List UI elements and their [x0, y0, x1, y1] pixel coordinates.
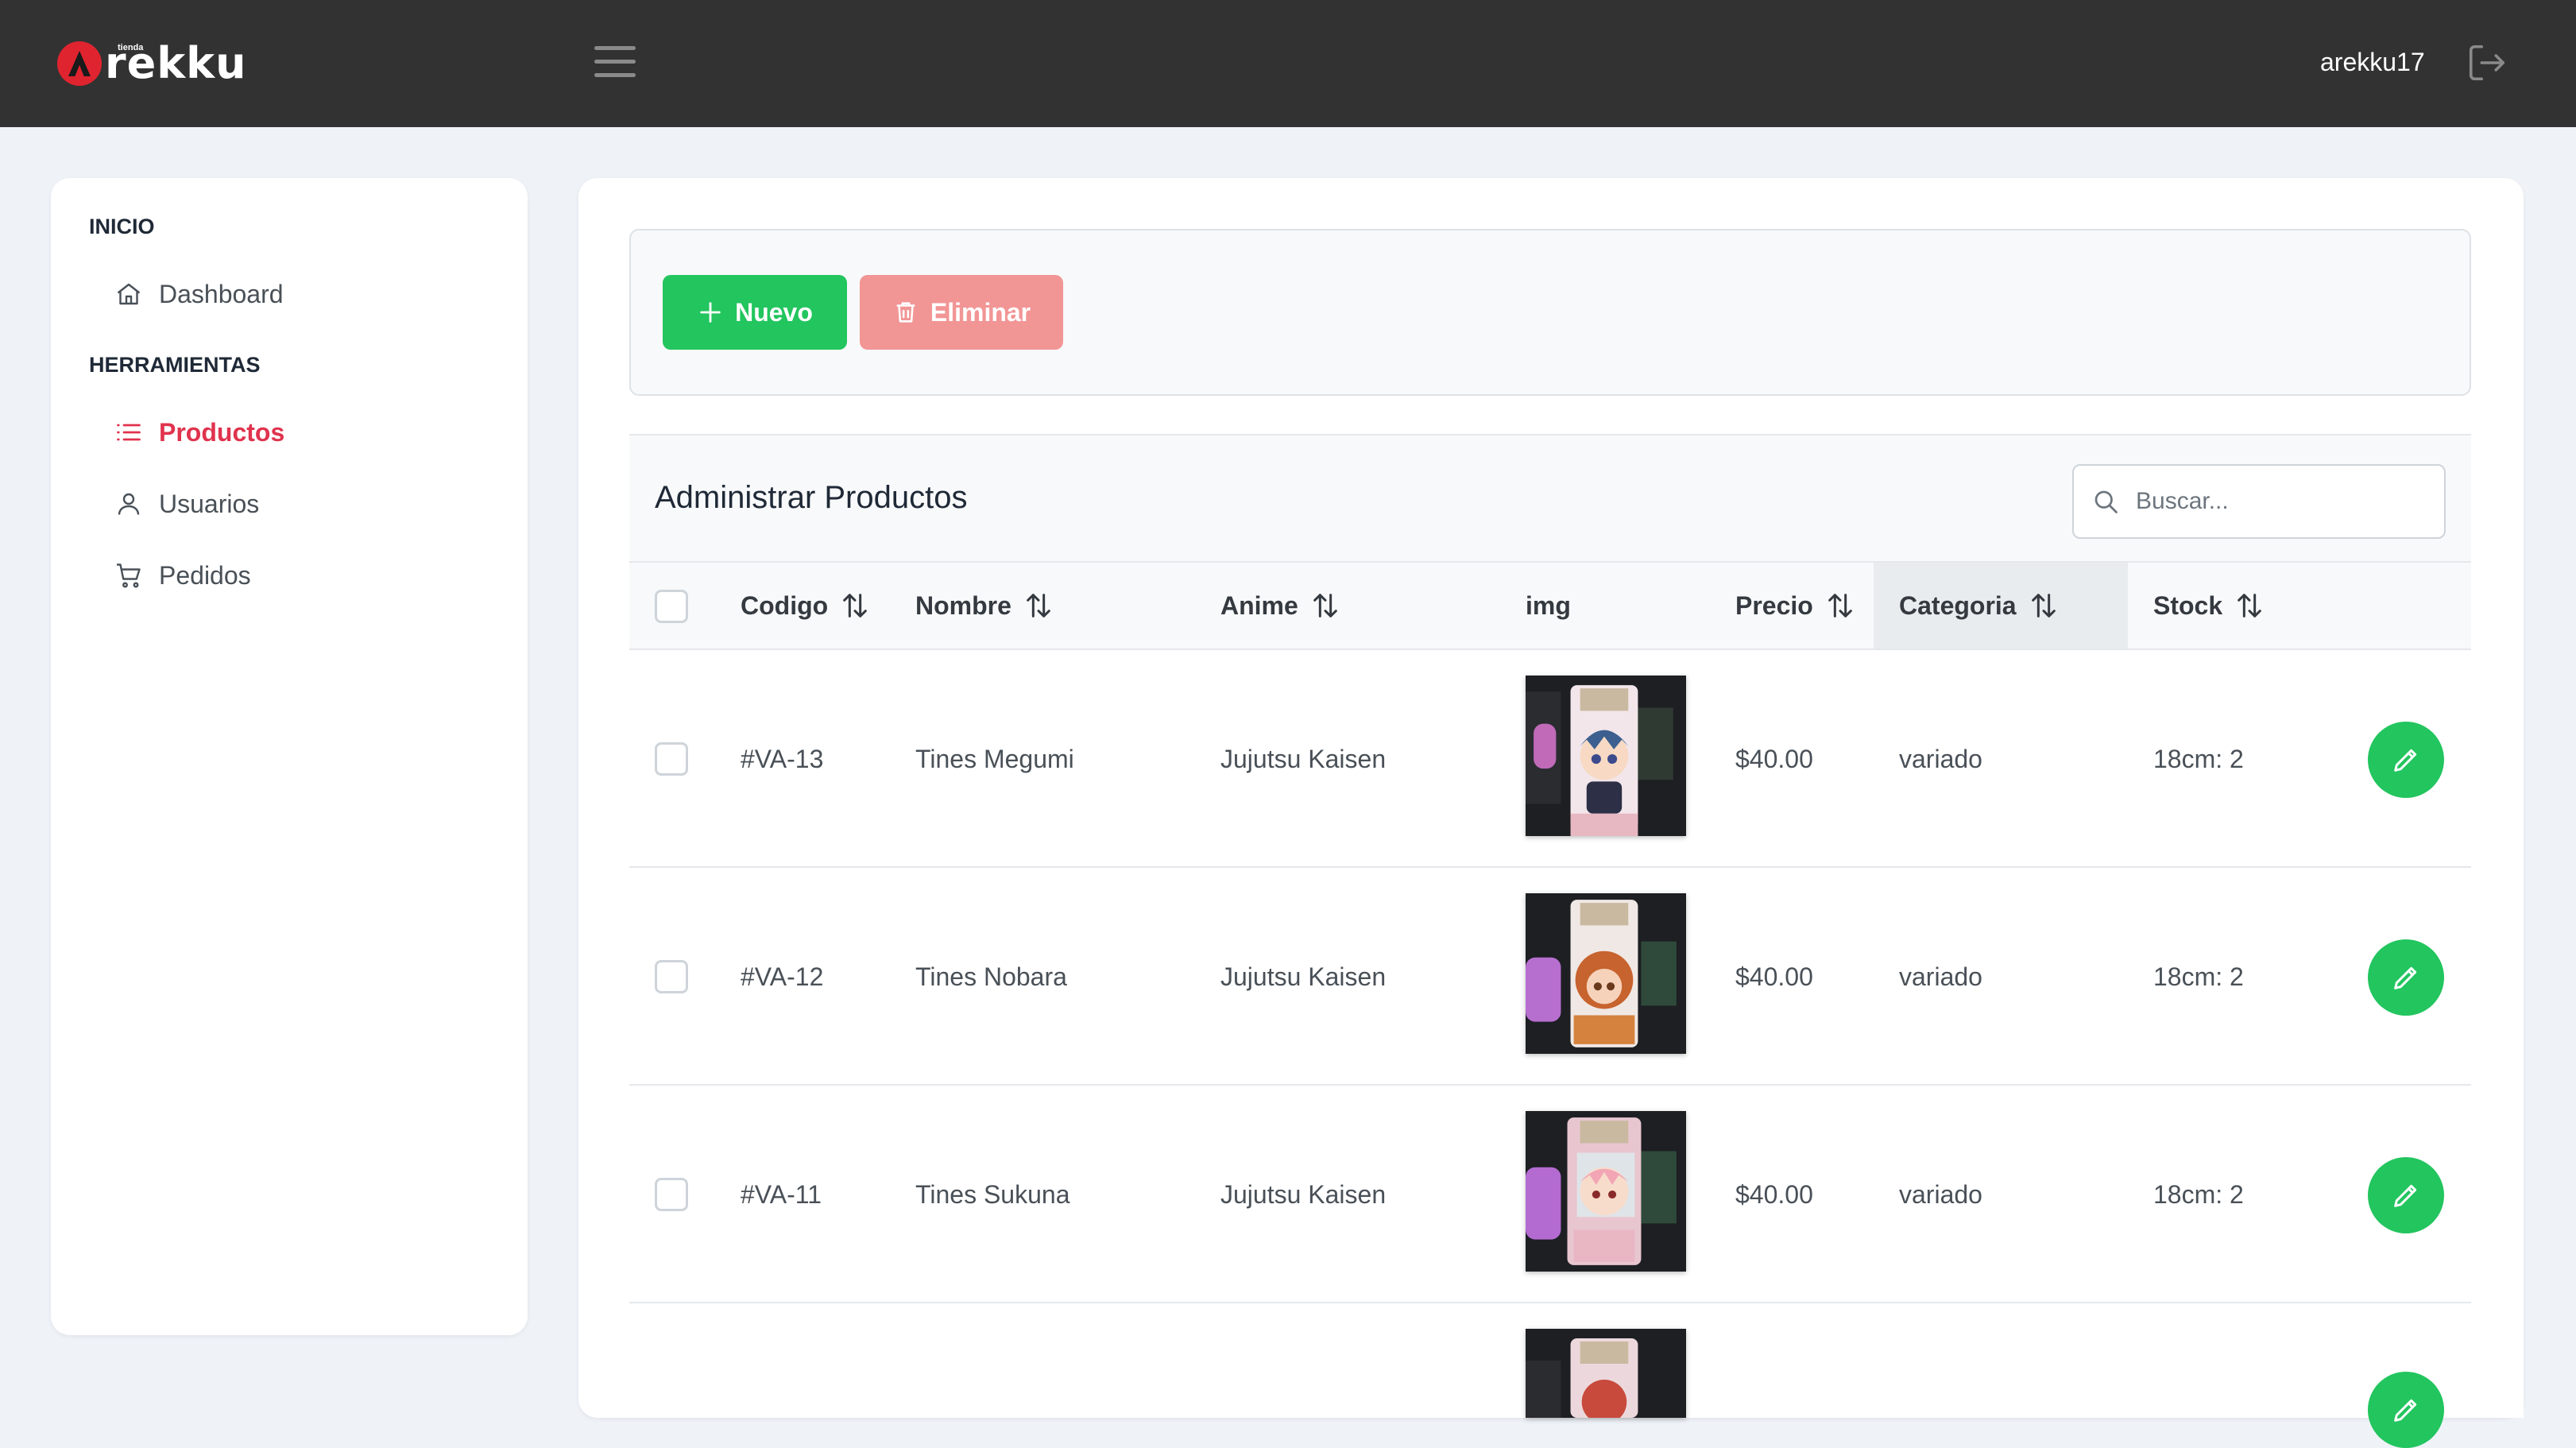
column-header-precio[interactable]: Precio: [1735, 563, 1856, 649]
trash-icon: [896, 302, 915, 323]
cell-codigo: #VA-13: [741, 744, 824, 773]
table-row[interactable]: [629, 1303, 2471, 1448]
search-icon: [2094, 490, 2118, 513]
new-button[interactable]: Nuevo: [663, 275, 847, 350]
cell-nombre: Tines Sukuna: [915, 1179, 1070, 1209]
cell-stock: 18cm: 2: [2153, 744, 2244, 773]
column-header-label: Categoria: [1899, 590, 2017, 620]
edit-button[interactable]: [2368, 939, 2444, 1016]
pencil-icon: [2394, 1184, 2417, 1207]
cell-categoria: variado: [1899, 1179, 1982, 1209]
pencil-icon: [2394, 749, 2417, 772]
pencil-icon: [2394, 1399, 2417, 1422]
table-head: Codigo Nombre Anime img Precio Categoria…: [629, 561, 2471, 650]
logout-icon[interactable]: [2465, 41, 2509, 84]
product-image: [1526, 1329, 1686, 1418]
cell-categoria: variado: [1899, 962, 1982, 991]
cell-precio: $40.00: [1735, 744, 1813, 773]
edit-button[interactable]: [2368, 1157, 2444, 1233]
product-image: [1526, 676, 1686, 836]
cell-nombre: Tines Nobara: [915, 962, 1067, 991]
cart-icon: [117, 563, 141, 588]
table-clip-mask: [2471, 623, 2524, 1418]
menu-toggle-icon[interactable]: [594, 46, 636, 78]
sort-icon: [2238, 594, 2261, 618]
sort-icon: [843, 594, 868, 618]
row-checkbox[interactable]: [655, 742, 688, 776]
table-caption: Administrar Productos: [629, 434, 2471, 561]
column-header-stock[interactable]: Stock: [2153, 563, 2265, 649]
cell-codigo: #VA-12: [741, 962, 824, 991]
cell-anime: Jujutsu Kaisen: [1220, 962, 1387, 991]
column-header-label: Anime: [1220, 590, 1298, 620]
sidebar-section-inicio: INICIO: [89, 215, 155, 238]
edit-button[interactable]: [2368, 1372, 2444, 1448]
row-checkbox[interactable]: [655, 1178, 688, 1211]
search-input[interactable]: [2136, 488, 2438, 515]
sidebar-item-label: Dashboard: [159, 279, 284, 308]
user-icon: [118, 493, 140, 515]
logo-mark-icon: [57, 41, 102, 86]
column-header-nombre[interactable]: Nombre: [915, 563, 1054, 649]
sort-icon: [2031, 594, 2056, 618]
table-title: Administrar Productos: [655, 480, 968, 515]
toolbar: Nuevo Eliminar: [629, 229, 2471, 396]
sort-icon: [1027, 594, 1050, 618]
column-header-categoria[interactable]: Categoria: [1874, 563, 2128, 649]
column-header-label: Stock: [2153, 590, 2223, 620]
edit-button[interactable]: [2368, 722, 2444, 798]
cell-precio: $40.00: [1735, 1179, 1813, 1209]
table-row[interactable]: #VA-12 Tines Nobara Jujutsu Kaisen $40.0…: [629, 868, 2471, 1086]
main-panel: Nuevo Eliminar Administrar Productos Cod…: [578, 178, 2524, 1448]
column-header-label: Precio: [1735, 590, 1813, 620]
product-image: [1526, 893, 1686, 1054]
new-button-label: Nuevo: [735, 297, 813, 327]
sidebar-item-pedidos[interactable]: Pedidos: [114, 552, 251, 599]
cell-stock: 18cm: 2: [2153, 962, 2244, 991]
plus-icon: [700, 302, 721, 323]
delete-button-label: Eliminar: [930, 297, 1031, 327]
select-all-checkbox[interactable]: [655, 590, 688, 623]
cell-anime: Jujutsu Kaisen: [1220, 744, 1387, 773]
column-header-img: img: [1526, 563, 1571, 649]
column-header-codigo[interactable]: Codigo: [741, 563, 871, 649]
column-header-anime[interactable]: Anime: [1220, 563, 1341, 649]
sort-icon: [1313, 594, 1337, 618]
top-bar: rekku tienda arekku17: [0, 0, 2576, 127]
delete-button[interactable]: Eliminar: [860, 275, 1063, 350]
sidebar-item-label: Usuarios: [159, 489, 260, 518]
sidebar-item-label: Pedidos: [159, 560, 251, 590]
product-image: [1526, 1111, 1686, 1272]
cell-nombre: Tines Megumi: [915, 744, 1074, 773]
app-logo[interactable]: rekku: [57, 35, 247, 92]
cell-anime: Jujutsu Kaisen: [1220, 1179, 1387, 1209]
list-icon: [117, 424, 141, 441]
sidebar-section-herramientas: HERRAMIENTAS: [89, 353, 261, 377]
sidebar-item-dashboard[interactable]: Dashboard: [114, 270, 284, 318]
table-row[interactable]: #VA-13 Tines Megumi Jujutsu Kaisen $40.0…: [629, 650, 2471, 868]
cell-categoria: variado: [1899, 744, 1982, 773]
cell-codigo: #VA-11: [741, 1179, 822, 1209]
column-header-label: Nombre: [915, 590, 1011, 620]
sidebar-item-label: Productos: [159, 417, 285, 447]
username-label: arekku17: [2320, 48, 2425, 76]
cell-precio: $40.00: [1735, 962, 1813, 991]
row-checkbox[interactable]: [655, 960, 688, 993]
sort-icon: [1828, 594, 1852, 618]
pencil-icon: [2394, 966, 2417, 989]
logo-subtext: tienda: [118, 43, 144, 52]
cell-stock: 18cm: 2: [2153, 1179, 2244, 1209]
column-header-label: Codigo: [741, 590, 829, 620]
table-row[interactable]: #VA-11 Tines Sukuna Jujutsu Kaisen $40.0…: [629, 1086, 2471, 1303]
search-box[interactable]: [2072, 464, 2446, 539]
sidebar-item-usuarios[interactable]: Usuarios: [114, 480, 259, 528]
home-icon: [117, 283, 141, 305]
sidebar: INICIO Dashboard HERRAMIENTAS Productos …: [51, 178, 528, 1335]
sidebar-item-productos[interactable]: Productos: [114, 408, 284, 456]
column-header-label: img: [1526, 590, 1571, 620]
